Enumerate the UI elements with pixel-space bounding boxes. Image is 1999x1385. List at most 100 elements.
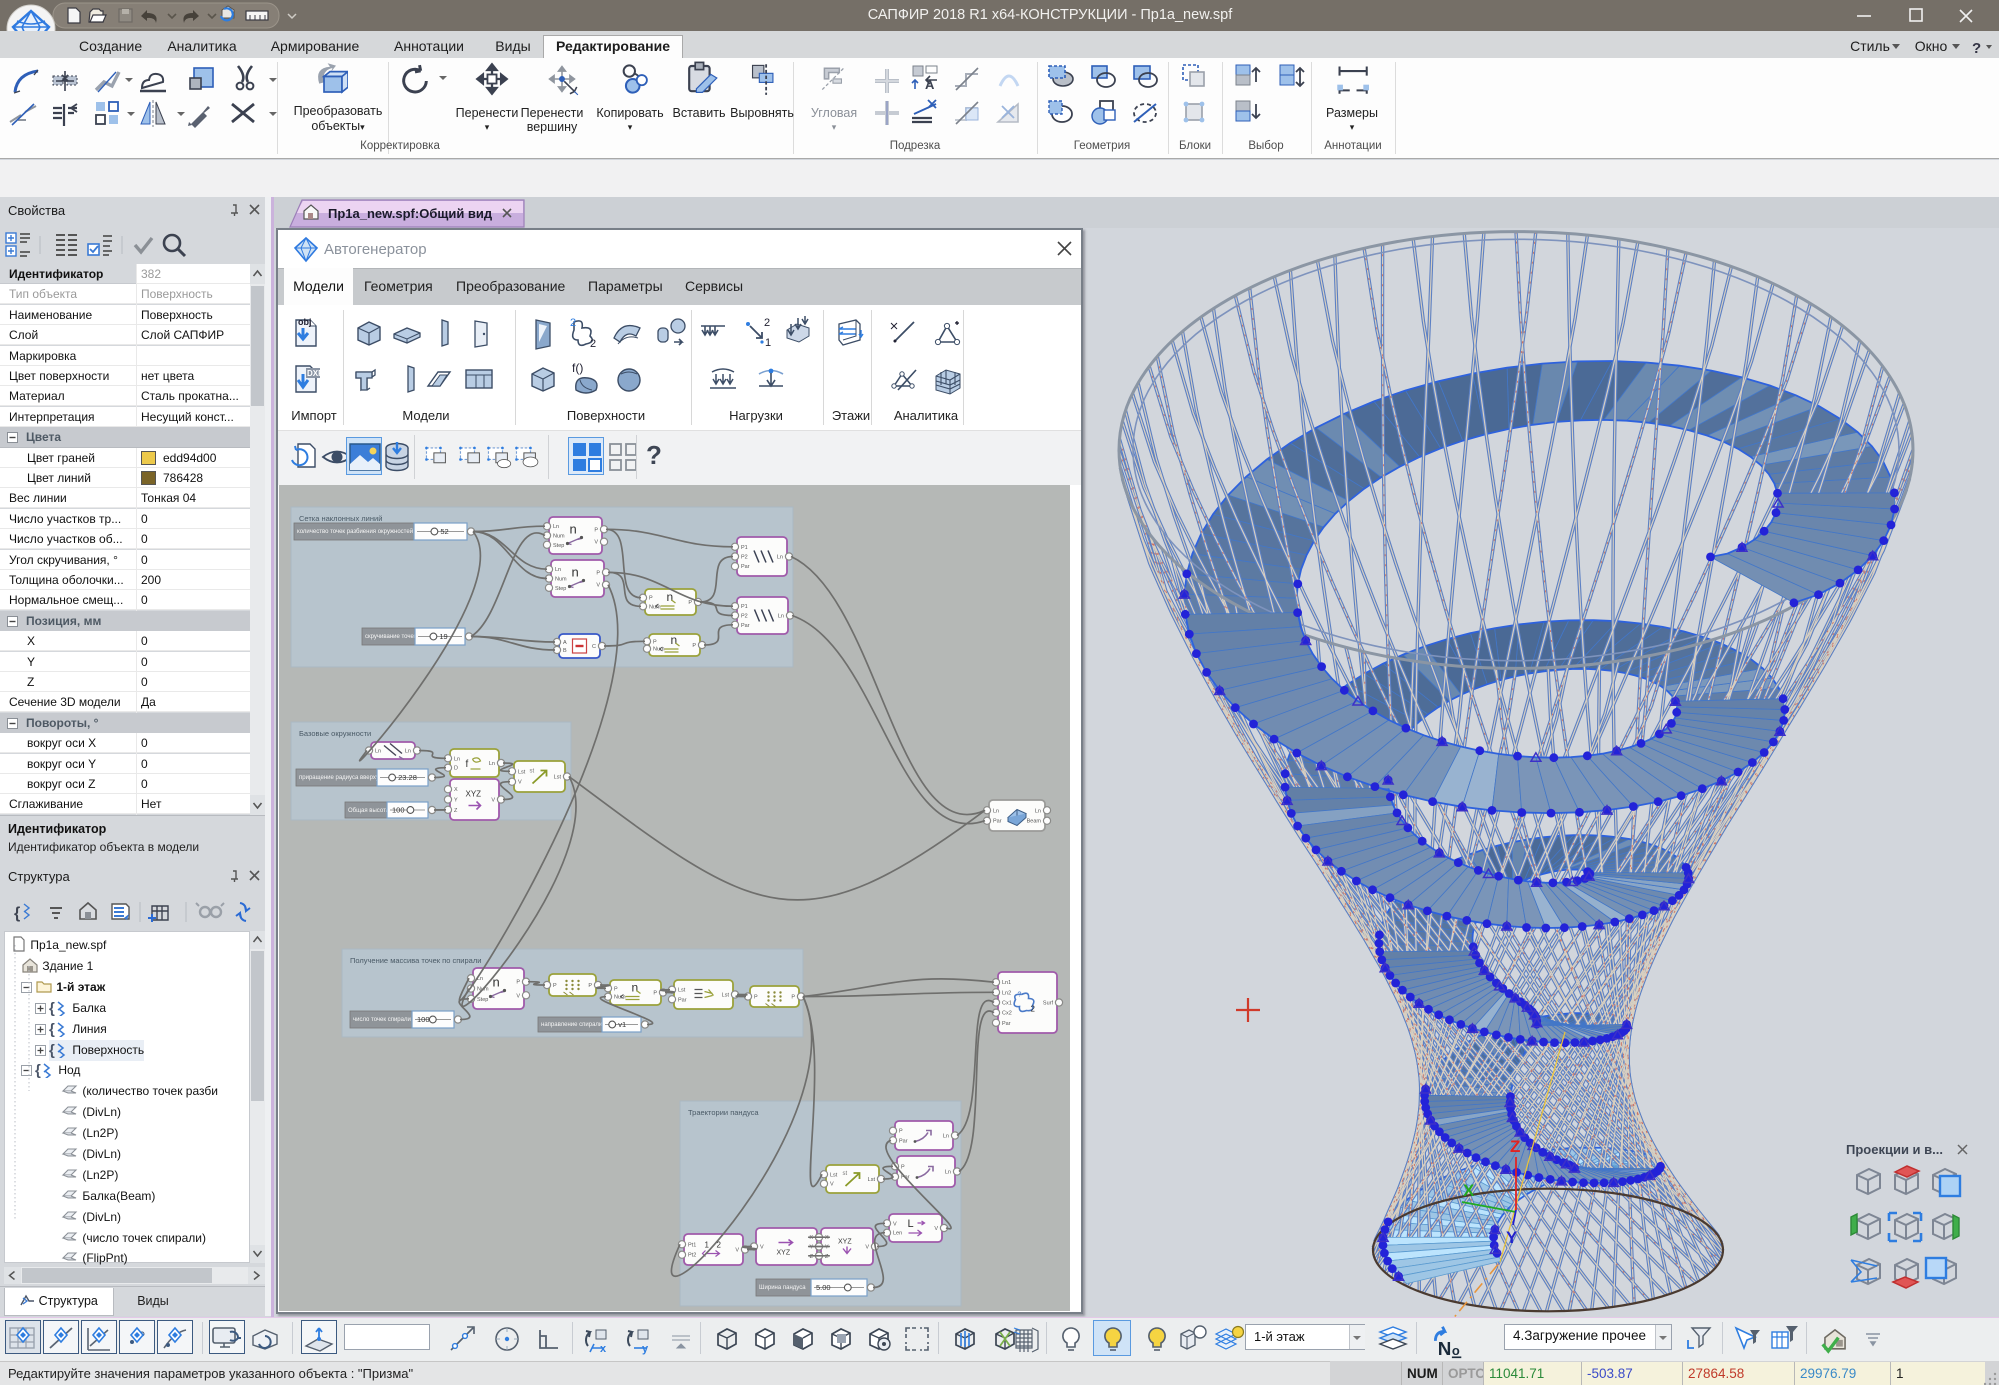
svg-text:P: P [553, 983, 557, 989]
svg-text:Num: Num [553, 534, 565, 540]
svg-text:Y: Y [825, 1245, 829, 1251]
svg-text:P1: P1 [741, 545, 748, 551]
svg-text:V: V [865, 1245, 869, 1251]
svg-text:Lst: Lst [830, 1172, 838, 1178]
svg-text:V: V [594, 540, 598, 546]
svg-text:P: P [901, 1164, 905, 1170]
svg-text:19: 19 [439, 632, 447, 641]
svg-text:V: V [893, 1221, 897, 1227]
svg-text:Surf: Surf [1043, 1001, 1054, 1007]
svg-text:P1: P1 [741, 604, 748, 610]
svg-text:Ln: Ln [945, 1170, 951, 1176]
svg-text:V: V [516, 993, 520, 999]
svg-text:Y: Y [1506, 1228, 1518, 1247]
svg-text:Lst: Lst [554, 775, 562, 781]
svg-text:52: 52 [440, 527, 448, 536]
svg-text:2: 2 [570, 317, 576, 329]
svg-text:st: st [530, 769, 535, 775]
svg-text:Cx2: Cx2 [1002, 1011, 1012, 1017]
svg-text:1: 1 [705, 1241, 710, 1250]
svg-text:Par: Par [993, 819, 1002, 825]
svg-text:P: P [596, 570, 600, 576]
svg-text:V: V [518, 780, 522, 786]
svg-text:P2: P2 [741, 555, 748, 561]
svg-text:f: f [466, 759, 469, 770]
svg-text:V: V [760, 1245, 764, 1251]
svg-text:Ln1: Ln1 [1002, 980, 1011, 986]
svg-text:Z: Z [1510, 1137, 1520, 1156]
svg-text:Step: Step [553, 543, 564, 549]
svg-text:Ln: Ln [555, 567, 561, 573]
svg-text:P: P [791, 995, 795, 1001]
svg-text:23.28: 23.28 [398, 773, 417, 782]
svg-text:V: V [491, 798, 495, 804]
svg-text:2: 2 [764, 317, 770, 329]
svg-text:скручивание точек: скручивание точек [365, 634, 417, 640]
svg-text:obj: obj [298, 317, 312, 327]
svg-text:P: P [516, 980, 520, 986]
svg-text:B: B [563, 648, 567, 654]
svg-text:XYZ: XYZ [466, 790, 482, 799]
svg-text:100: 100 [417, 1015, 430, 1024]
svg-text:V: V [934, 1226, 938, 1232]
svg-text:Ширина пандуса: Ширина пандуса [759, 1285, 806, 1291]
svg-text:x: x [600, 1343, 607, 1355]
svg-text:V: V [735, 1248, 739, 1254]
svg-text:st: st [843, 1171, 848, 1177]
svg-text:?: ? [1018, 992, 1022, 999]
svg-text:1: 1 [765, 337, 771, 349]
svg-text:Par: Par [741, 564, 750, 570]
svg-text:P: P [653, 991, 657, 997]
svg-text:Y: Y [809, 1245, 813, 1251]
svg-text:Num: Num [649, 604, 661, 610]
svg-text:Len: Len [893, 1231, 902, 1237]
svg-text:приращение радиуса вверху: приращение радиуса вверху [299, 775, 379, 781]
svg-text:n: n [570, 522, 577, 537]
svg-text:Ln: Ln [778, 614, 784, 620]
svg-text:P: P [594, 527, 598, 533]
svg-text:5.00: 5.00 [816, 1283, 831, 1292]
svg-text:количество точек разбиения окр: количество точек разбиения окружностей [297, 528, 413, 535]
svg-text:Ln: Ln [1035, 808, 1041, 814]
svg-text:Lst: Lst [722, 993, 730, 999]
svg-text:{: { [14, 905, 20, 922]
svg-text:Траектории пандуса: Траектории пандуса [688, 1108, 759, 1117]
svg-text:Пр1а_new.spf:Общий вид: Пр1а_new.spf:Общий вид [328, 206, 493, 221]
svg-text:Step: Step [555, 586, 566, 592]
svg-text:число точек спирали: число точек спирали [353, 1017, 411, 1023]
svg-text:o: o [1452, 1343, 1460, 1358]
svg-text:A: A [563, 640, 567, 646]
svg-text:Par: Par [899, 1138, 908, 1144]
svg-text:P: P [899, 1129, 903, 1135]
svg-text:P: P [649, 596, 653, 602]
svg-text:f(): f() [572, 362, 583, 375]
svg-text:Ln: Ln [943, 1134, 949, 1140]
svg-text:Ln: Ln [405, 749, 411, 755]
svg-text:P2: P2 [741, 614, 748, 620]
svg-text:Ln: Ln [553, 524, 559, 530]
svg-text:Pt2: Pt2 [688, 1253, 696, 1259]
svg-text:P: P [653, 639, 657, 645]
svg-text:Cx1: Cx1 [1002, 1001, 1012, 1007]
svg-text:Получение массива точек по спи: Получение массива точек по спирали [350, 956, 481, 965]
svg-text:v1: v1 [618, 1020, 626, 1029]
svg-text:XYZ: XYZ [838, 1239, 852, 1246]
svg-text:Beam: Beam [1027, 819, 1042, 825]
svg-text:n: n [572, 565, 579, 580]
svg-text:Ln2: Ln2 [1002, 990, 1011, 996]
svg-text:P: P [614, 986, 618, 992]
svg-text:?: ? [1972, 42, 1981, 54]
svg-text:V: V [830, 1182, 834, 1188]
svg-text:Num: Num [614, 995, 626, 1001]
svg-text:XYZ: XYZ [777, 1250, 791, 1257]
svg-text:Ln: Ln [777, 555, 783, 561]
svg-text:P: P [692, 643, 696, 649]
svg-text:A: A [925, 77, 935, 92]
svg-text:V: V [596, 583, 600, 589]
svg-text:DXF: DXF [307, 369, 323, 378]
svg-text:2: 2 [1031, 1005, 1036, 1014]
svg-text:Lst: Lst [678, 988, 686, 994]
svg-text:Lst: Lst [868, 1177, 876, 1183]
svg-text:Ln: Ln [489, 761, 495, 767]
svg-text:Par: Par [678, 997, 687, 1003]
